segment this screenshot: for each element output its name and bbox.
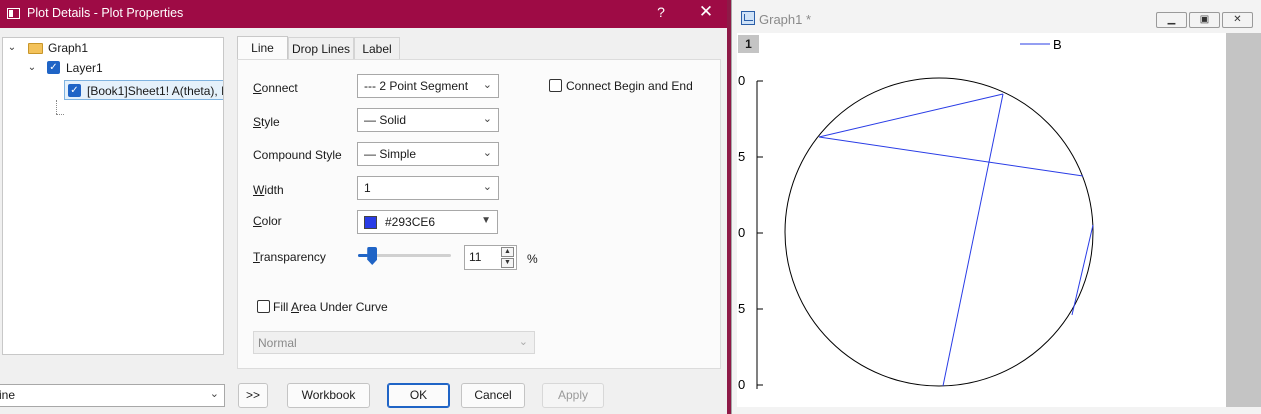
tree-connector: [56, 100, 57, 114]
spin-down-icon[interactable]: ▼: [501, 258, 514, 268]
tree-connector: [56, 114, 64, 115]
connect-value: --- 2 Point Segment: [364, 79, 469, 93]
transparency-slider-fill: [358, 254, 369, 257]
plot-details-dialog: Plot Details - Plot Properties ? ✕ ⌄ Gra…: [0, 0, 727, 414]
chevron-down-icon: ⌄: [482, 79, 492, 91]
graph-canvas[interactable]: 0 5 0 5 0 B: [737, 33, 1261, 407]
plot-segment: [1071, 224, 1094, 316]
tree-label-plot: [Book1]Sheet1! A(theta), B: [87, 84, 224, 98]
cancel-button[interactable]: Cancel: [461, 383, 525, 408]
chevron-down-icon: ⌄: [482, 181, 492, 193]
color-value: #293CE6: [385, 215, 436, 229]
plot-tree[interactable]: ⌄ Graph1 ⌄ ✓ Layer1 ✓ [Book1]Sheet1! A(t…: [2, 37, 224, 355]
dialog-app-icon: [7, 8, 20, 19]
layer-checkbox[interactable]: ✓: [47, 61, 60, 74]
graph-window-title: Graph1 *: [759, 12, 812, 27]
style-value: — Solid: [364, 113, 407, 127]
style-label: Style: [253, 115, 280, 129]
chevron-down-icon: ⌄: [518, 336, 528, 348]
connect-label: Connect: [253, 81, 298, 95]
width-dropdown[interactable]: 1 ⌄: [357, 176, 499, 200]
plot-checkbox[interactable]: ✓: [68, 84, 81, 97]
close-window-button[interactable]: ✕: [1222, 12, 1253, 28]
width-label: Width: [253, 183, 284, 197]
style-dropdown[interactable]: — Solid ⌄: [357, 108, 499, 132]
y-tick-label: 0: [738, 225, 745, 240]
transparency-spinbox[interactable]: 11 ▲ ▼: [464, 245, 517, 270]
fill-mode-dropdown[interactable]: Normal ⌄: [253, 331, 535, 354]
graph-window-icon: [741, 11, 755, 25]
y-tick-label: 5: [738, 301, 745, 316]
tree-item-plot[interactable]: ✓ [Book1]Sheet1! A(theta), B: [64, 80, 224, 100]
triangle-down-icon: ▼: [481, 215, 491, 226]
plot-series-b: [818, 93, 1094, 387]
workbook-button[interactable]: Workbook: [287, 383, 370, 408]
transparency-value: 11: [469, 250, 482, 264]
compound-style-value: — Simple: [364, 147, 417, 161]
y-tick-label: 0: [738, 377, 745, 392]
object-selector-dropdown[interactable]: ine ⌄: [0, 384, 225, 407]
spin-up-icon[interactable]: ▲: [501, 247, 514, 257]
close-button[interactable]: ✕: [697, 2, 715, 22]
tab-label[interactable]: Label: [354, 37, 400, 59]
connect-begin-end-checkbox[interactable]: [549, 79, 562, 92]
chevron-down-icon[interactable]: ⌄: [27, 59, 37, 77]
y-tick-label: 5: [738, 149, 745, 164]
tab-drop-lines[interactable]: Drop Lines: [288, 37, 354, 59]
minimize-button[interactable]: ▁: [1156, 12, 1187, 28]
connect-dropdown[interactable]: --- 2 Point Segment ⌄: [357, 74, 499, 98]
graph-window: Graph1 * ▁ ▣ ✕ 0 5 0 5 0 B 1: [731, 0, 1261, 414]
transparency-unit: %: [527, 252, 538, 266]
layer-badge[interactable]: 1: [738, 35, 759, 53]
compound-style-dropdown[interactable]: — Simple ⌄: [357, 142, 499, 166]
dialog-titlebar[interactable]: Plot Details - Plot Properties ? ✕: [0, 0, 727, 28]
fill-area-label: Fill Area Under Curve: [273, 300, 388, 314]
color-label: Color: [253, 214, 282, 228]
plot-segment: [942, 93, 1004, 387]
y-tick-label: 0: [738, 73, 745, 88]
apply-button[interactable]: Apply: [542, 383, 604, 408]
legend-label: B: [1053, 37, 1062, 52]
plot-segment: [818, 93, 1004, 138]
color-swatch: [364, 216, 377, 229]
expand-button[interactable]: >>: [238, 383, 268, 408]
chevron-down-icon: ⌄: [482, 147, 492, 159]
chevron-down-icon: ⌄: [209, 388, 219, 400]
width-value: 1: [364, 181, 371, 195]
dialog-title: Plot Details - Plot Properties: [27, 6, 184, 20]
compound-style-label: Compound Style: [253, 148, 342, 162]
plot-segment: [818, 136, 1084, 177]
tree-label-layer: Layer1: [66, 61, 103, 75]
fill-area-checkbox[interactable]: [257, 300, 270, 313]
chevron-down-icon: ⌄: [482, 113, 492, 125]
maximize-button[interactable]: ▣: [1189, 12, 1220, 28]
chevron-down-icon[interactable]: ⌄: [7, 39, 17, 57]
connect-begin-end-label: Connect Begin and End: [566, 79, 693, 93]
transparency-label: Transparency: [253, 250, 326, 264]
polar-plot: 0 5 0 5 0 B: [738, 37, 1094, 392]
color-dropdown[interactable]: #293CE6 ▼: [357, 210, 498, 234]
ok-button[interactable]: OK: [387, 383, 450, 408]
tab-line[interactable]: Line: [237, 36, 288, 60]
polar-boundary-circle: [784, 77, 1094, 387]
help-button[interactable]: ?: [654, 4, 668, 20]
object-selector-value: ine: [0, 388, 16, 402]
fill-mode-value: Normal: [258, 336, 297, 350]
tree-label-graph: Graph1: [48, 41, 89, 55]
folder-icon: [28, 43, 43, 54]
graph-page-margin: [1226, 33, 1261, 407]
